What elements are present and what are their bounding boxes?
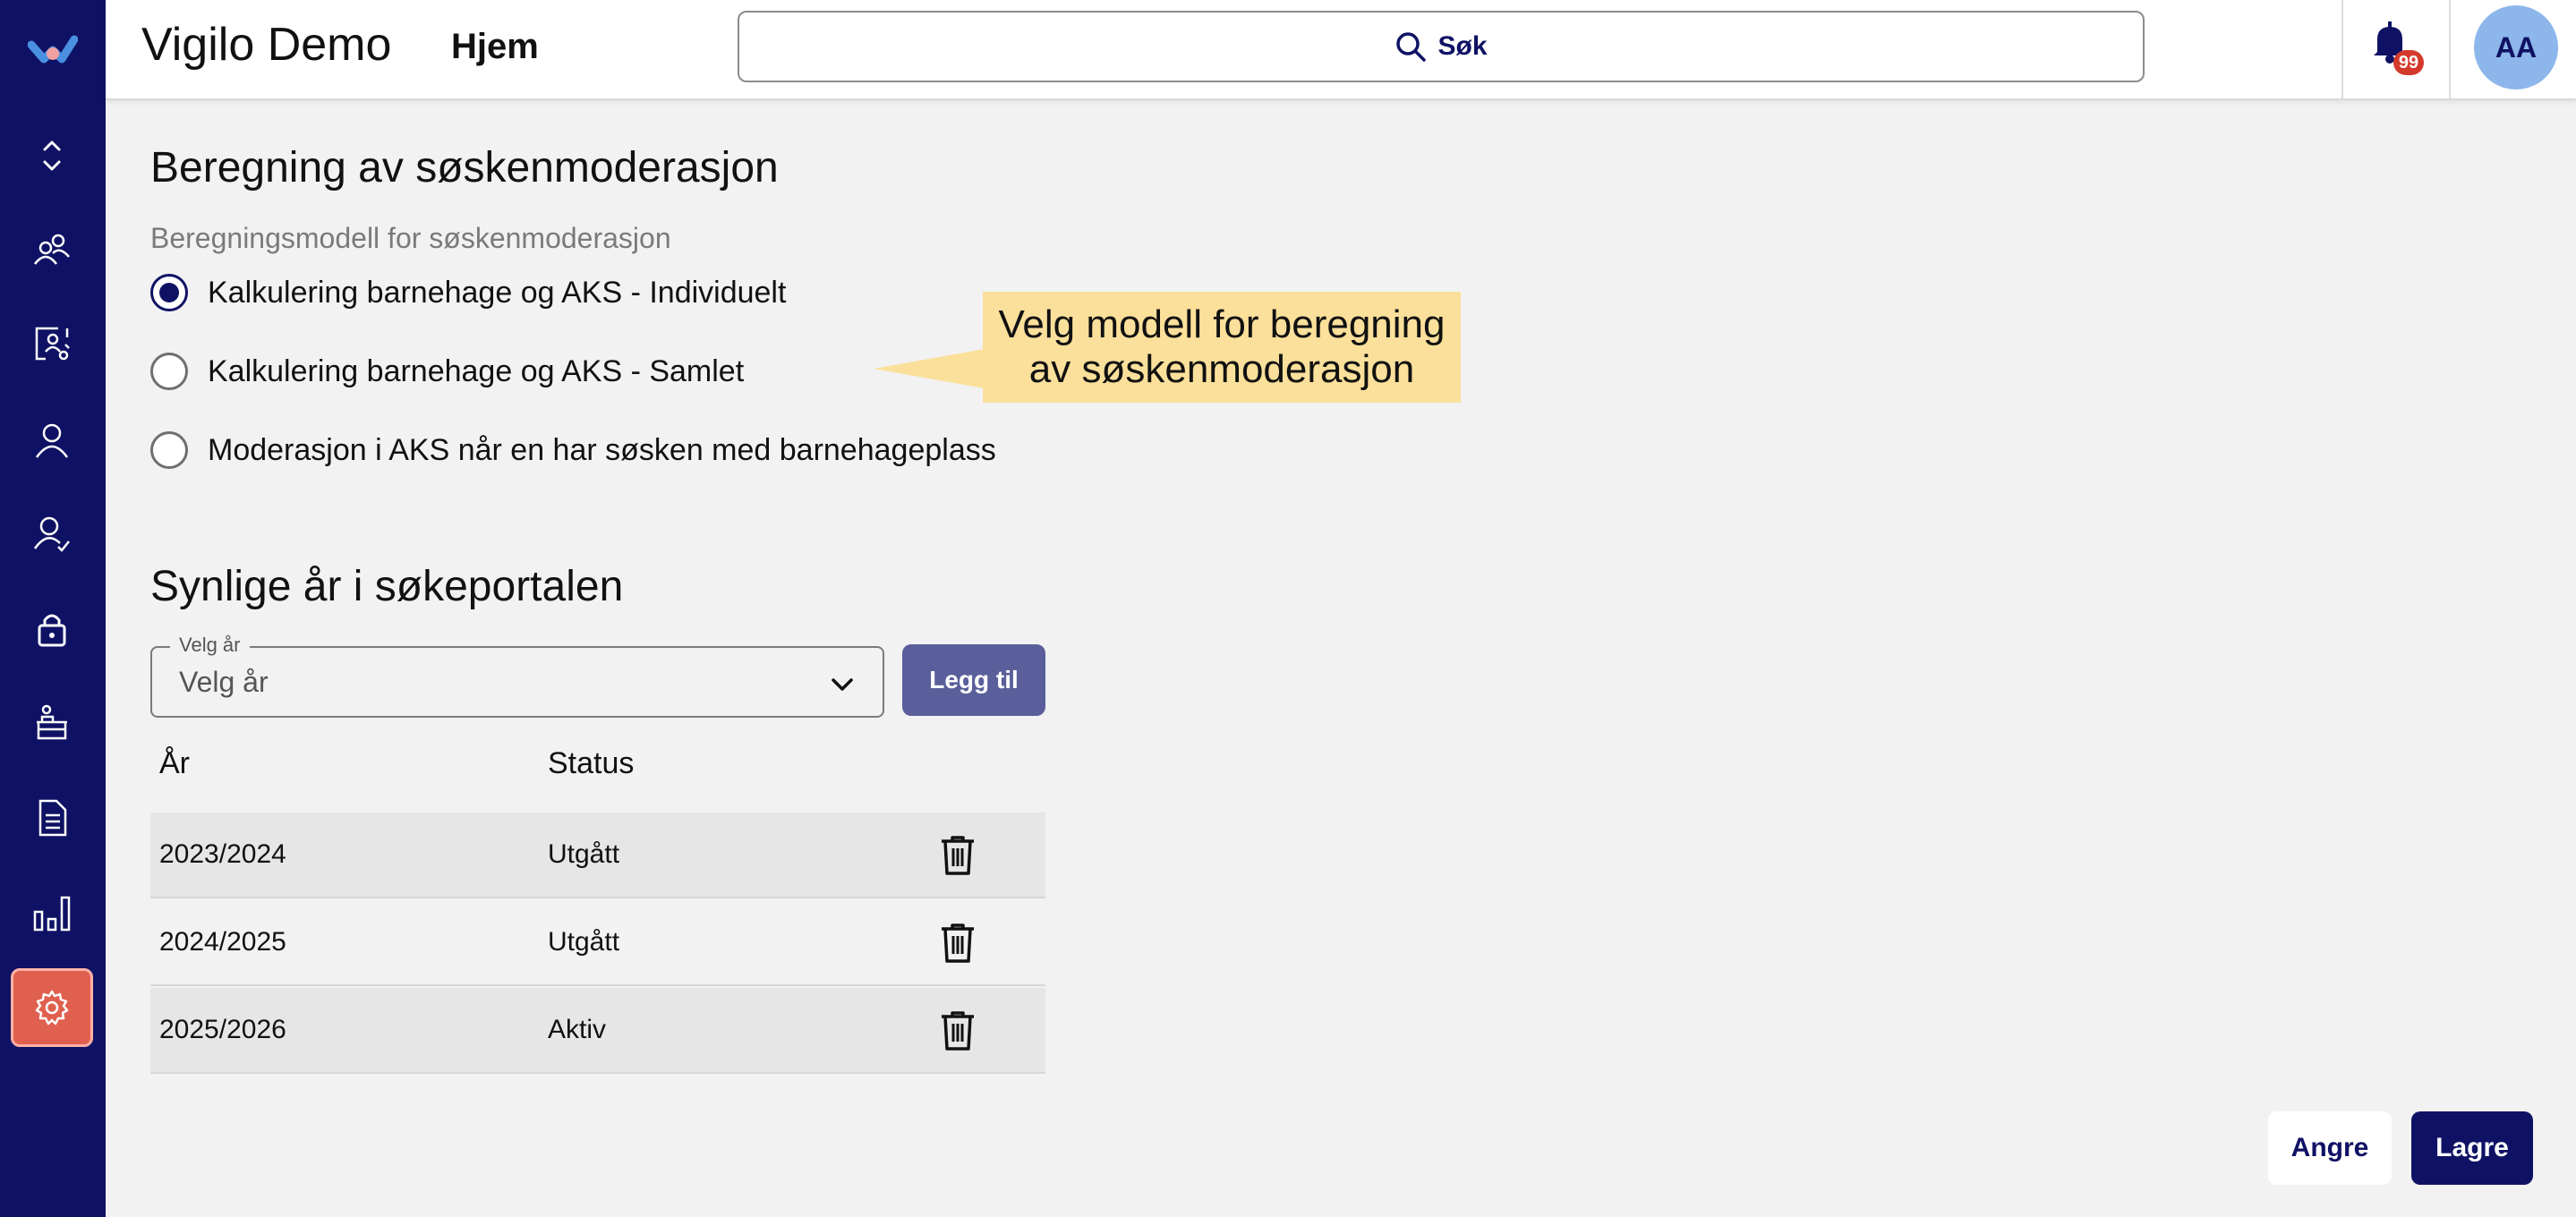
sidebar-item-organization[interactable] — [11, 304, 93, 383]
header-divider — [2341, 0, 2343, 100]
save-button[interactable]: Lagre — [2411, 1111, 2533, 1185]
top-header: Vigilo Demo Hjem Søk 99 AA — [106, 0, 2576, 100]
radio-button-checked[interactable] — [150, 274, 188, 311]
table-row: 2023/2024 Utgått — [150, 813, 1045, 898]
bar-chart-icon — [33, 896, 71, 932]
person-check-icon — [33, 516, 70, 552]
users-group-icon — [34, 234, 70, 265]
sibling-model-label: Beregningsmodell for søskenmoderasjon — [150, 222, 671, 254]
sidebar-item-reports[interactable] — [11, 873, 93, 952]
expand-collapse-icon — [43, 140, 61, 171]
callout-pointer — [874, 349, 985, 388]
status-cell: Utgått — [548, 839, 620, 869]
sidebar-item-documents[interactable] — [11, 779, 93, 857]
radio-option-combined[interactable]: Kalkulering barnehage og AKS - Samlet — [150, 353, 744, 390]
chevron-down-icon — [832, 678, 853, 691]
help-callout: Velg modell for beregning av søskenmoder… — [983, 292, 1461, 403]
cancel-button[interactable]: Angre — [2268, 1111, 2392, 1185]
sidebar-item-person-check[interactable] — [11, 494, 93, 573]
app-title: Vigilo Demo — [141, 19, 392, 71]
trash-icon[interactable] — [938, 834, 977, 877]
document-icon — [38, 799, 67, 837]
sidebar-item-settings[interactable] — [11, 968, 93, 1047]
radio-button[interactable] — [150, 353, 188, 390]
years-section-title: Synlige år i søkeportalen — [150, 563, 624, 610]
column-header-year: År — [159, 746, 190, 780]
sibling-section-title: Beregning av søskenmoderasjon — [150, 144, 779, 191]
search-icon — [1396, 32, 1427, 62]
notification-badge: 99 — [2393, 50, 2424, 75]
org-chart-icon — [35, 327, 70, 361]
year-select-value: Velg år — [179, 666, 269, 698]
sidebar — [0, 0, 106, 1217]
header-divider — [2449, 0, 2451, 100]
sidebar-item-person[interactable] — [11, 401, 93, 480]
sidebar-item-expand[interactable] — [11, 116, 93, 195]
year-select[interactable]: Velg år Velg år — [150, 634, 884, 718]
year-cell: 2025/2026 — [159, 1015, 286, 1044]
radio-button[interactable] — [150, 431, 188, 469]
radio-option-label: Kalkulering barnehage og AKS - Samlet — [208, 353, 745, 388]
radio-option-individual[interactable]: Kalkulering barnehage og AKS - Individue… — [150, 274, 786, 311]
year-cell: 2024/2025 — [159, 927, 286, 957]
status-cell: Aktiv — [548, 1015, 607, 1044]
radio-option-label: Moderasjon i AKS når en har søsken med b… — [208, 432, 996, 467]
search-label: Søk — [1437, 31, 1488, 61]
table-row: 2024/2025 Utgått — [150, 900, 1045, 986]
sidebar-item-kindergarten[interactable] — [11, 684, 93, 762]
notifications-button[interactable]: 99 — [2370, 20, 2424, 77]
year-select-legend: Velg år — [170, 634, 250, 657]
nav-home-link[interactable]: Hjem — [451, 27, 539, 67]
person-icon — [35, 423, 69, 458]
user-avatar[interactable]: AA — [2474, 5, 2558, 89]
sidebar-item-access[interactable] — [11, 589, 93, 668]
search-bar[interactable]: Søk — [738, 11, 2145, 82]
status-cell: Utgått — [548, 927, 620, 957]
kindergarten-icon — [37, 704, 67, 740]
table-row: 2025/2026 Aktiv — [150, 988, 1045, 1074]
add-year-button[interactable]: Legg til — [902, 644, 1045, 716]
logo-icon — [28, 35, 78, 64]
trash-icon[interactable] — [938, 922, 977, 965]
lock-icon — [38, 614, 66, 647]
column-header-status: Status — [548, 746, 635, 780]
vigilo-logo[interactable] — [20, 14, 86, 86]
sidebar-item-users[interactable] — [11, 211, 93, 290]
trash-icon[interactable] — [938, 1009, 977, 1052]
year-cell: 2023/2024 — [159, 839, 286, 869]
radio-option-label: Kalkulering barnehage og AKS - Individue… — [208, 275, 787, 310]
gear-icon — [35, 990, 69, 1026]
radio-option-aks-moderation[interactable]: Moderasjon i AKS når en har søsken med b… — [150, 431, 996, 469]
